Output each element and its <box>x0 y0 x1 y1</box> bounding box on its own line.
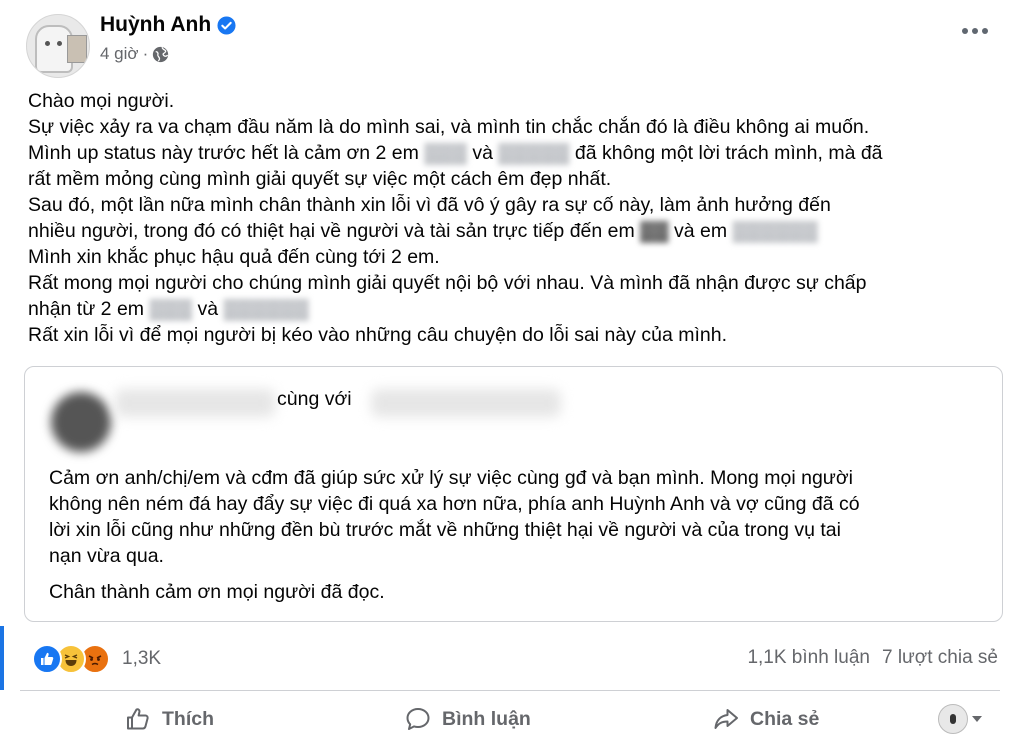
actions-divider <box>20 690 1000 691</box>
comment-bubble-icon <box>406 708 430 730</box>
post-line: Sau đó, một lần nữa mình chân thành xin … <box>28 194 831 216</box>
post-line: Mình xin khắc phục hậu quả đến cùng tới … <box>28 246 440 268</box>
shared-post-card[interactable]: cùng với Cảm ơn anh/chị/em và cđm đã giú… <box>24 366 1003 622</box>
shared-line: Cảm ơn anh/chị/em và cđm đã giúp sức xử … <box>49 467 853 489</box>
profile-avatar <box>938 704 968 734</box>
author-name[interactable]: Huỳnh Anh <box>100 13 211 37</box>
shared-line: lời xin lỗi cũng như những đền bù trước … <box>49 519 841 541</box>
like-button[interactable]: Thích <box>124 705 214 733</box>
tagged-name-redacted[interactable] <box>371 389 561 417</box>
post-time[interactable]: 4 giờ <box>100 44 139 64</box>
avatar-eye <box>45 41 50 46</box>
author-name-row: Huỳnh Anh <box>100 13 236 37</box>
more-options-icon[interactable] <box>962 28 988 34</box>
share-button[interactable]: Chia sẻ <box>712 705 819 733</box>
redacted-name: ▓▓ <box>640 220 669 242</box>
more-dot <box>972 28 978 34</box>
reactions-summary[interactable]: 1,3K <box>32 644 161 674</box>
comment-button[interactable]: Bình luận <box>404 705 531 733</box>
shared-line: không nên ném đá hay đẩy sự việc đi quá … <box>49 493 860 515</box>
shared-author-name-redacted[interactable] <box>115 389 275 417</box>
redacted-name: ▓▓▓▓▓ <box>498 142 570 164</box>
chevron-down-icon <box>972 716 982 722</box>
post-line: rất mềm mỏng cùng mình giải quyết sự việ… <box>28 168 612 190</box>
engagement-stats: 1,1K bình luận 7 lượt chia sẻ <box>747 647 998 669</box>
profile-switcher[interactable] <box>938 704 982 734</box>
like-reaction-icon <box>32 644 62 674</box>
thumbs-up-icon <box>127 708 149 730</box>
globe-icon[interactable] <box>152 46 169 63</box>
redacted-name: ▓▓▓▓▓▓ <box>732 220 818 242</box>
shared-author-avatar[interactable] <box>51 392 111 452</box>
post-line: Rất mong mọi người cho chúng mình giải q… <box>28 272 867 294</box>
post-line: Chào mọi người. <box>28 90 175 112</box>
post-meta: 4 giờ · <box>100 44 169 64</box>
redacted-name: ▓▓▓ <box>424 142 467 164</box>
comment-label: Bình luận <box>442 707 531 730</box>
shared-post-text: Cảm ơn anh/chị/em và cđm đã giúp sức xử … <box>49 465 984 605</box>
reaction-count[interactable]: 1,3K <box>122 648 161 670</box>
avatar-eye <box>57 41 62 46</box>
comment-count[interactable]: 1,1K bình luận <box>747 647 870 669</box>
post-line: Mình up status này trước hết là cảm ơn 2… <box>28 142 883 164</box>
like-label: Thích <box>162 707 214 730</box>
more-dot <box>982 28 988 34</box>
post-line: nhiều người, trong đó có thiệt hại về ng… <box>28 220 818 242</box>
redacted-name: ▓▓▓▓▓▓ <box>223 298 309 320</box>
shared-line: nạn vừa qua. <box>49 545 164 567</box>
avatar-photo <box>67 35 87 63</box>
redacted-name: ▓▓▓ <box>149 298 193 320</box>
share-arrow-icon <box>714 709 738 729</box>
shared-line: Chân thành cảm ơn mọi người đã đọc. <box>49 581 385 603</box>
meta-separator: · <box>142 44 149 63</box>
post-line: Rất xin lỗi vì để mọi người bị kéo vào n… <box>28 324 728 346</box>
more-dot <box>962 28 968 34</box>
post-line: nhận từ 2 em ▓▓▓ và ▓▓▓▓▓▓ <box>28 298 309 320</box>
post-body: Chào mọi người. Sự việc xảy ra va chạm đ… <box>28 88 1003 348</box>
share-label: Chia sẻ <box>750 707 820 730</box>
share-count[interactable]: 7 lượt chia sẻ <box>882 647 998 669</box>
focus-indicator <box>0 626 4 690</box>
with-label: cùng với <box>277 388 352 410</box>
post-line: Sự việc xảy ra va chạm đầu năm là do mìn… <box>28 116 870 138</box>
author-avatar[interactable] <box>26 14 90 78</box>
verified-badge-icon <box>217 15 236 35</box>
